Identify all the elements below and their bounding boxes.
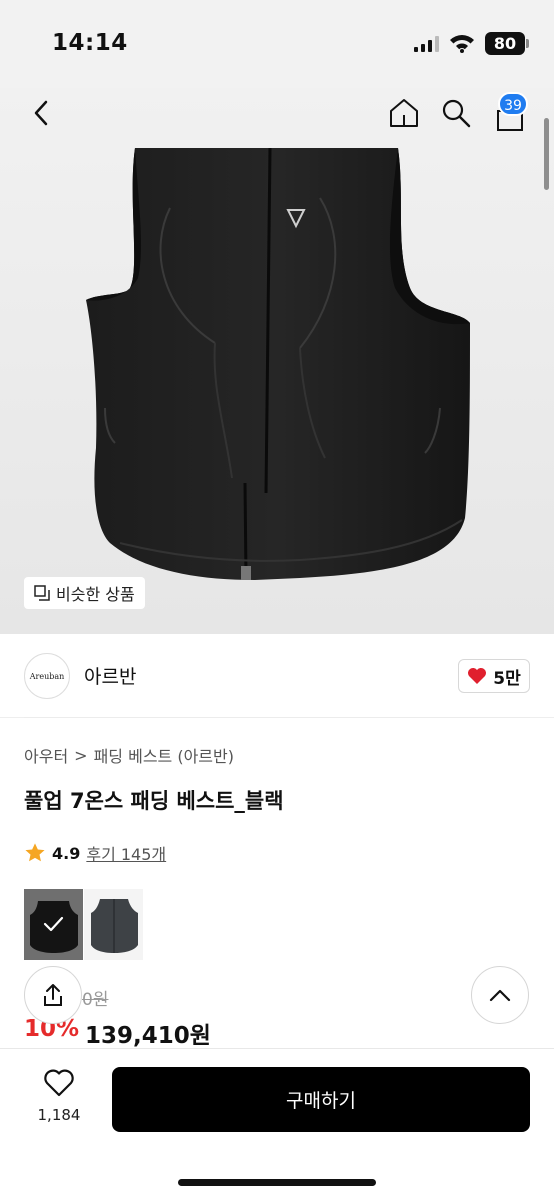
- similar-products-button[interactable]: 비슷한 상품: [24, 577, 145, 609]
- home-icon: [390, 99, 418, 127]
- vest-thumbnail: [91, 899, 138, 953]
- sale-price: 139,410원: [85, 1023, 211, 1049]
- wishlist-count: 1,184: [37, 1106, 81, 1124]
- status-time: 14:14: [52, 30, 128, 56]
- vest-thumbnail: [30, 901, 78, 953]
- original-price: 0원: [82, 990, 109, 1010]
- chevron-left-icon: [34, 100, 48, 126]
- vest-illustration: [86, 147, 470, 580]
- product-image[interactable]: [0, 88, 554, 634]
- cart-count-badge: 39: [498, 92, 528, 116]
- brand-like-count: 5만: [493, 668, 521, 689]
- battery-tip: [526, 39, 529, 48]
- heart-filled-icon: [468, 668, 487, 684]
- wifi-icon: [450, 35, 474, 53]
- scroll-top-button[interactable]: [471, 966, 529, 1024]
- brand-logo[interactable]: Areuban: [24, 653, 70, 699]
- similar-products-label: 비슷한 상품: [56, 585, 135, 604]
- battery-indicator: 80: [485, 32, 525, 55]
- scrollbar[interactable]: [544, 118, 549, 190]
- rating-row[interactable]: 4.9 후기 145개: [24, 841, 166, 865]
- color-swatch-black[interactable]: [24, 889, 83, 960]
- back-button[interactable]: [20, 92, 62, 134]
- home-button[interactable]: [383, 92, 425, 134]
- breadcrumb-category[interactable]: 아우터: [24, 743, 68, 767]
- color-swatch-charcoal[interactable]: [84, 889, 143, 960]
- brand-name[interactable]: 아르반: [84, 662, 136, 689]
- status-bar: 14:14 80: [0, 0, 554, 88]
- rating-score: 4.9: [52, 843, 81, 863]
- brand-like-button[interactable]: 5만: [458, 659, 530, 693]
- breadcrumb: 아우터 > 패딩 베스트 (아르반): [24, 743, 234, 767]
- heart-outline-icon: [44, 1069, 74, 1097]
- star-icon: [25, 843, 45, 862]
- chevron-up-icon: [489, 989, 511, 1002]
- search-button[interactable]: [435, 92, 477, 134]
- share-button[interactable]: [24, 966, 82, 1024]
- copy-icon: [34, 585, 50, 601]
- share-icon: [44, 984, 62, 1006]
- wishlist-button[interactable]: 1,184: [28, 1068, 90, 1124]
- buy-button[interactable]: 구매하기: [112, 1067, 530, 1132]
- cellular-signal-icon: [414, 36, 439, 52]
- product-title: 풀업 7온스 패딩 베스트_블랙: [24, 789, 284, 813]
- review-count-link[interactable]: 후기 145개: [86, 841, 166, 865]
- divider: [24, 717, 530, 718]
- breadcrumb-subcategory[interactable]: 패딩 베스트 (아르반): [94, 743, 234, 767]
- home-indicator[interactable]: [178, 1179, 376, 1186]
- search-icon: [442, 99, 471, 128]
- breadcrumb-separator: >: [74, 745, 88, 765]
